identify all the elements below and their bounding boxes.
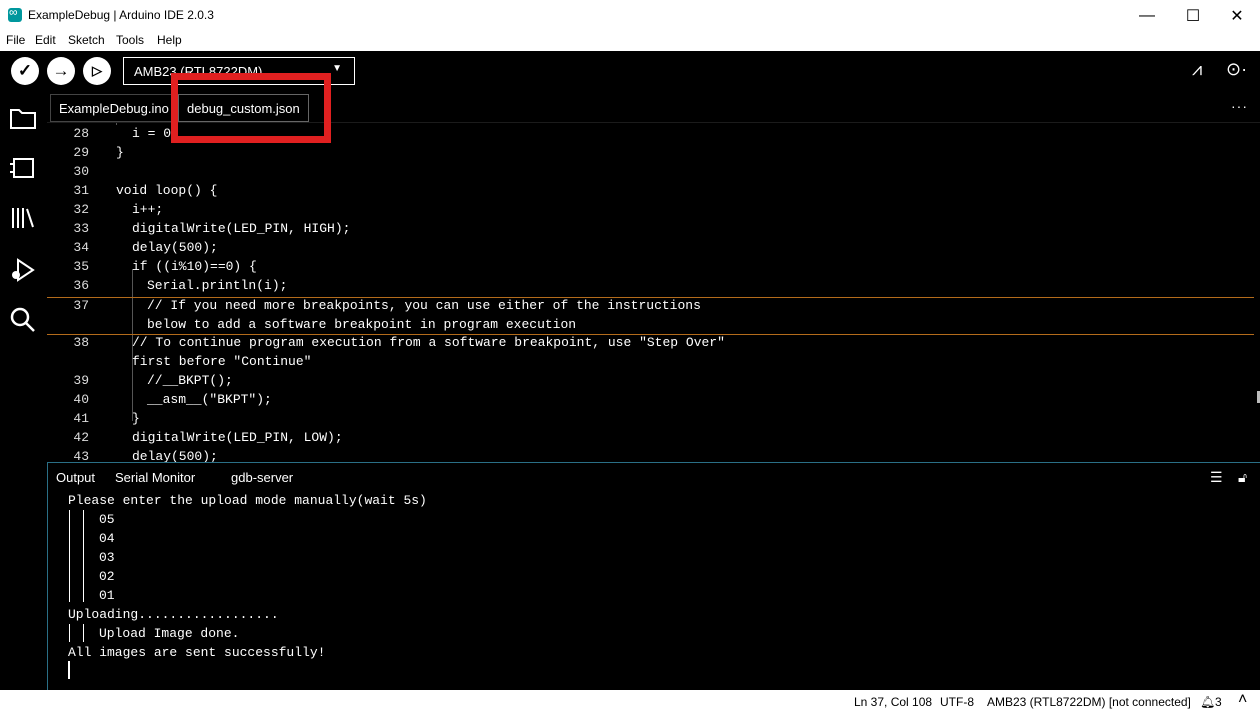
current-code-line: 37 // If you need more breakpoints, you … bbox=[47, 297, 1260, 335]
code-line: 39 //__BKPT(); bbox=[73, 373, 233, 388]
code-line: 29 } bbox=[73, 145, 124, 160]
checkmark-icon: ✓ bbox=[17, 61, 33, 80]
menu-bar: File Edit Sketch Tools Help bbox=[0, 31, 1260, 51]
output-line: Upload Image done. bbox=[99, 626, 240, 641]
code-line: 40 __asm__("BKPT"); bbox=[73, 392, 272, 407]
output-line: 05 bbox=[99, 512, 115, 527]
debug-play-icon: ▷ bbox=[92, 63, 102, 78]
tab-gdb-server[interactable]: gdb-server bbox=[231, 470, 293, 485]
clear-output-icon[interactable]: ☰ bbox=[1210, 469, 1223, 486]
debug-icon[interactable] bbox=[8, 255, 38, 285]
tab-serial-monitor[interactable]: Serial Monitor bbox=[115, 470, 195, 485]
output-line: 03 bbox=[99, 550, 115, 565]
output-panel: Output Serial Monitor gdb-server ☰ 🔓︎ Pl… bbox=[47, 462, 1260, 690]
search-icon[interactable] bbox=[8, 305, 38, 335]
code-line: 30 bbox=[73, 164, 89, 179]
output-line: 01 bbox=[99, 588, 115, 603]
boards-manager-icon[interactable] bbox=[8, 153, 38, 183]
minimize-button[interactable]: — bbox=[1124, 0, 1170, 31]
more-actions-icon[interactable]: ··· bbox=[1231, 98, 1248, 114]
board-status[interactable]: AMB23 (RTL8722DM) [not connected] bbox=[987, 695, 1191, 709]
output-line: 02 bbox=[99, 569, 115, 584]
maximize-button[interactable]: ☐ bbox=[1170, 0, 1216, 31]
status-bar: Ln 37, Col 108 UTF-8 AMB23 (RTL8722DM) [… bbox=[0, 690, 1260, 712]
code-editor[interactable]: 28 i = 0 29 } 30 31 void loop() { 32 i++… bbox=[47, 123, 1260, 462]
serial-monitor-icon[interactable]: ⊙· bbox=[1226, 59, 1247, 80]
menu-tools[interactable]: Tools bbox=[116, 33, 144, 47]
code-line: 35 if ((i%10)==0) { bbox=[73, 259, 257, 274]
activity-bar bbox=[0, 91, 47, 694]
output-line: 04 bbox=[99, 531, 115, 546]
cursor-position[interactable]: Ln 37, Col 108 bbox=[854, 695, 932, 709]
lock-scroll-icon[interactable]: 🔓︎ bbox=[1238, 469, 1247, 486]
code-line: 38 // To continue program execution from… bbox=[73, 335, 725, 369]
tab-exampledebug-ino[interactable]: ExampleDebug.ino bbox=[50, 94, 178, 122]
code-line: 41 } bbox=[73, 411, 140, 426]
close-button[interactable]: ✕ bbox=[1214, 0, 1260, 31]
text-cursor bbox=[68, 661, 70, 679]
serial-plotter-icon[interactable]: ⩘ bbox=[1192, 59, 1202, 80]
panel-tabs: Output Serial Monitor gdb-server ☰ 🔓︎ bbox=[48, 463, 1260, 491]
menu-file[interactable]: File bbox=[6, 33, 25, 47]
menu-edit[interactable]: Edit bbox=[35, 33, 56, 47]
verify-button[interactable]: ✓ bbox=[11, 57, 39, 85]
code-line: 33 digitalWrite(LED_PIN, HIGH); bbox=[73, 221, 351, 236]
editor-scrollbar[interactable] bbox=[1254, 123, 1260, 462]
code-line: 31 void loop() { bbox=[73, 183, 218, 198]
debug-button[interactable]: ▷ bbox=[83, 57, 111, 85]
file-encoding[interactable]: UTF-8 bbox=[940, 695, 974, 709]
notification-bell-icon[interactable]: 🔔︎ bbox=[1200, 695, 1215, 709]
code-line: 32 i++; bbox=[73, 202, 164, 217]
arrow-right-icon: → bbox=[52, 61, 70, 80]
menu-help[interactable]: Help bbox=[157, 33, 182, 47]
title-bar: ExampleDebug | Arduino IDE 2.0.3 — ☐ ✕ bbox=[0, 0, 1260, 31]
highlight-annotation-box bbox=[171, 73, 331, 143]
output-line: Uploading.................. bbox=[68, 607, 279, 622]
chevron-down-icon: ▼ bbox=[332, 63, 342, 74]
menu-sketch[interactable]: Sketch bbox=[68, 33, 105, 47]
code-line: 43 delay(500); bbox=[73, 449, 218, 462]
chevron-up-icon[interactable]: ˄ bbox=[1238, 691, 1247, 709]
window-title: ExampleDebug | Arduino IDE 2.0.3 bbox=[28, 8, 214, 22]
sketchbook-folder-icon[interactable] bbox=[8, 103, 38, 133]
tab-output[interactable]: Output bbox=[56, 470, 95, 485]
output-line: Please enter the upload mode manually(wa… bbox=[68, 493, 427, 508]
code-line: 42 digitalWrite(LED_PIN, LOW); bbox=[73, 430, 343, 445]
code-line: 34 delay(500); bbox=[73, 240, 218, 255]
upload-button[interactable]: → bbox=[47, 57, 75, 85]
notification-count: 3 bbox=[1215, 695, 1222, 709]
output-line: All images are sent successfully! bbox=[68, 645, 326, 660]
code-line: 36 Serial.println(i); bbox=[73, 278, 288, 293]
library-manager-icon[interactable] bbox=[8, 203, 38, 233]
arduino-app-icon bbox=[8, 5, 22, 22]
